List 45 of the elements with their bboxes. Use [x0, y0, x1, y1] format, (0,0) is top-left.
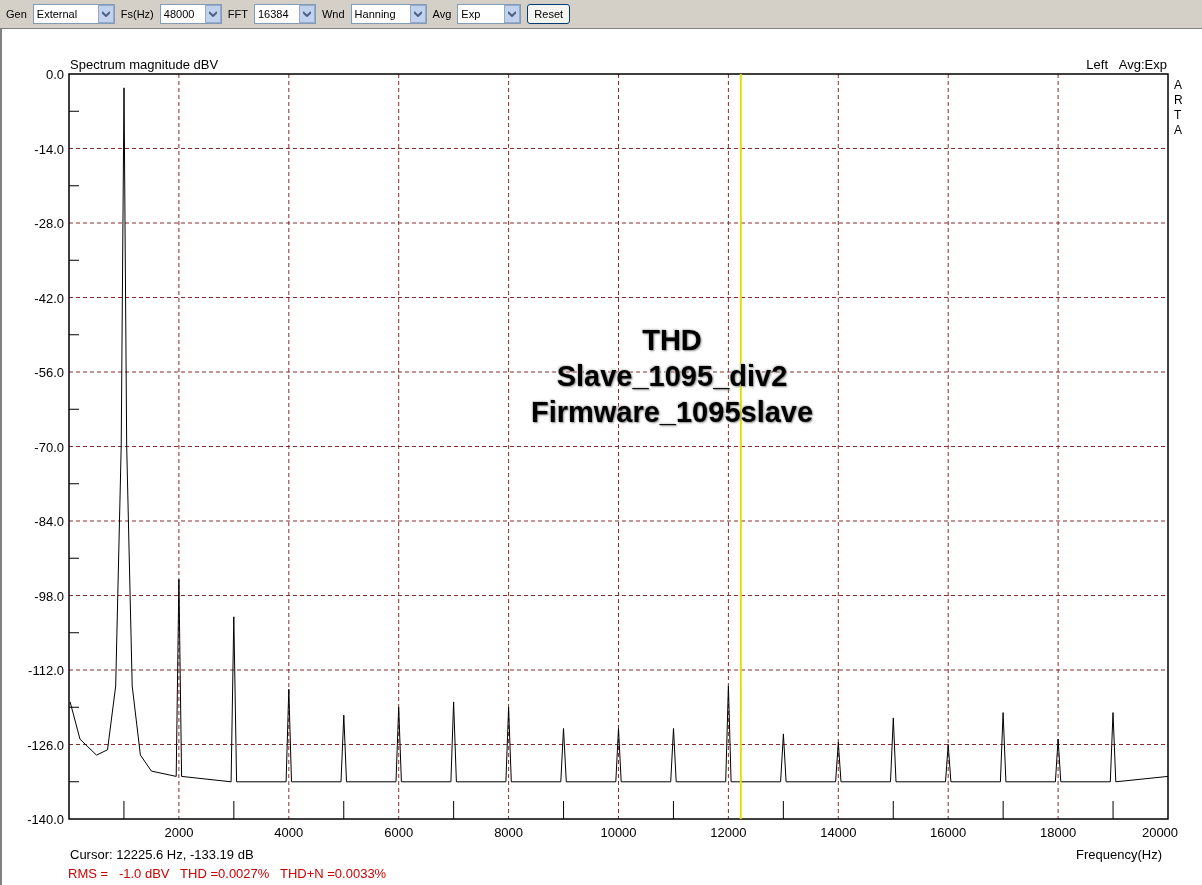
x-axis-label: 18000 [1040, 825, 1077, 840]
dropdown[interactable]: Exp [457, 4, 522, 24]
dropdown[interactable]: Hanning [350, 4, 427, 24]
caret-icon [101, 11, 110, 17]
x-axis-label: 20000 [1141, 825, 1179, 840]
y-axis-label: 0.0 [45, 67, 64, 82]
y-axis-label: -70.0 [34, 439, 64, 455]
brand-label: ARTA [1174, 78, 1183, 137]
y-axis-title: Spectrum magnitude dBV [70, 57, 219, 72]
x-axis-label: 6000 [384, 825, 414, 840]
channel-name: Left [1086, 57, 1108, 72]
caret-icon [413, 11, 422, 17]
x-axis-label: 16000 [930, 825, 967, 840]
caret-icon [208, 11, 217, 17]
x-axis-label: 10000 [600, 825, 637, 840]
caret-icon [508, 11, 517, 17]
control-label: Wnd [321, 6, 345, 22]
y-axis-label: -84.0 [34, 514, 64, 529]
y-axis-label: -28.0 [34, 216, 64, 231]
x-axis-label: 14000 [820, 825, 857, 840]
overlay-title: THD [642, 323, 702, 358]
averaging-info: Avg:Exp [1118, 57, 1167, 72]
y-axis-label: -14.0 [34, 141, 64, 157]
y-axis-label: -126.0 [27, 737, 64, 753]
control-label: Avg [432, 6, 452, 22]
y-axis-label: -56.0 [34, 365, 64, 380]
cursor-readout: Cursor: 12225.6 Hz, -133.19 dB [70, 847, 254, 862]
dropdown[interactable]: External [32, 4, 115, 24]
x-axis-label: 4000 [274, 825, 304, 840]
x-axis-label: 8000 [494, 825, 524, 840]
y-axis-label: -42.0 [34, 290, 64, 306]
x-axis-title: Frequency(Hz) [1076, 847, 1162, 862]
control-label: Gen [6, 6, 27, 22]
dropdown[interactable]: 16384 [253, 4, 316, 24]
y-axis-label: -112.0 [28, 663, 64, 678]
x-axis-label: 2000 [164, 825, 194, 840]
x-axis-label: 12000 [710, 825, 747, 840]
measurement-readout: RMS = -1.0 dBV THD =0.0027% THD+N =0.0033% [68, 866, 387, 881]
y-axis-label: -98.0 [34, 588, 64, 604]
caret-icon [302, 11, 311, 17]
control-label: FFT [227, 6, 248, 22]
dropdown[interactable]: 48000 [159, 4, 222, 24]
reset-button[interactable]: Reset [527, 4, 571, 24]
control-label: Fs(Hz) [120, 6, 154, 22]
y-axis-label: -140.0 [27, 812, 64, 827]
